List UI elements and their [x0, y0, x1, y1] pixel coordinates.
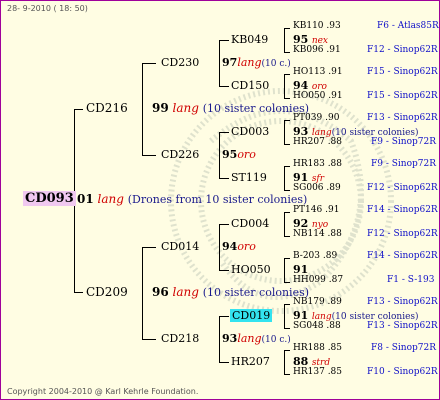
gen3-id[interactable]: CD004 — [231, 217, 269, 230]
gen2-info: 97lang(10 c.) — [222, 56, 291, 69]
gen3-id[interactable]: HO050 — [231, 263, 271, 276]
gen2-info: 93lang(10 c.) — [222, 332, 291, 345]
gen3-id[interactable]: CD150 — [231, 79, 269, 92]
gen1-info: 96 lang (10 sister colonies) — [152, 285, 310, 299]
gen4-location: F13 - Sinop62R — [367, 113, 438, 123]
root-race: lang — [97, 192, 124, 206]
pedigree-frame: { "header": {"timestamp": "28- 9-2010 ( … — [0, 0, 440, 400]
gen4-location: F9 - Sinop72R — [371, 137, 436, 147]
gen4-row[interactable]: NB114 .88 — [293, 229, 342, 239]
gen2-info: 95oro — [222, 148, 256, 161]
gen4-location: F14 - Sinop62R — [367, 205, 438, 215]
gen4-row[interactable]: HO113 .91 — [293, 67, 343, 77]
gen4-location: F8 - Sinop72R — [371, 343, 436, 353]
gen4-row[interactable]: HH099 .87 — [293, 275, 343, 285]
gen4-location: F9 - Sinop72R — [371, 159, 436, 169]
gen3-id[interactable]: ST119 — [231, 171, 267, 184]
timestamp: 28- 9-2010 ( 18: 50) — [7, 4, 88, 13]
gen4-row[interactable]: SG048 .88 — [293, 321, 341, 331]
root-queen-id[interactable]: CD093 — [23, 191, 76, 206]
gen4-row[interactable]: HR183 .88 — [293, 159, 342, 169]
gen2-id[interactable]: CD218 — [161, 332, 199, 345]
gen4-location: F15 - Sinop62R — [367, 91, 438, 101]
gen4-row[interactable]: HO050 .91 — [293, 91, 343, 101]
gen4-row[interactable]: HR188 .85 — [293, 343, 342, 353]
gen4-location: F10 - Sinop62R — [367, 367, 438, 377]
gen4-row[interactable]: B-203 .89 — [293, 251, 337, 261]
gen1-id[interactable]: CD209 — [86, 285, 128, 299]
gen4-row[interactable]: HR207 .88 — [293, 137, 342, 147]
gen2-id[interactable]: CD230 — [161, 56, 199, 69]
gen4-location: F15 - Sinop62R — [367, 67, 438, 77]
gen4-row[interactable]: KB096 .91 — [293, 45, 341, 55]
root-info: 01 lang (Drones from 10 sister colonies) — [77, 192, 307, 206]
gen1-id[interactable]: CD216 — [86, 101, 128, 115]
gen4-location: F13 - Sinop62R — [367, 297, 438, 307]
gen4-row[interactable]: PT146 .91 — [293, 205, 339, 215]
gen3-id[interactable]: HR207 — [231, 355, 270, 368]
gen4-row[interactable]: HR137 .85 — [293, 367, 342, 377]
gen4-row[interactable]: PT039 .90 — [293, 113, 339, 123]
gen4-location: F12 - Sinop62R — [367, 183, 438, 193]
gen3-id[interactable]: CD003 — [231, 125, 269, 138]
gen2-id[interactable]: CD014 — [161, 240, 199, 253]
copyright: Copyright 2004-2010 @ Karl Kehrle Founda… — [7, 387, 199, 396]
gen4-location: F1 - S-193 — [387, 275, 435, 285]
root-num: 01 — [77, 192, 94, 206]
gen4-row[interactable]: KB110 .93 — [293, 21, 341, 31]
gen3-id[interactable]: KB049 — [231, 33, 268, 46]
gen4-row[interactable]: NB179 .89 — [293, 297, 342, 307]
gen4-location: F12 - Sinop62R — [367, 229, 438, 239]
gen4-row[interactable]: SG006 .89 — [293, 183, 341, 193]
gen4-location: F6 - Atlas85R — [377, 21, 439, 31]
gen4-location: F13 - Sinop62R — [367, 321, 438, 331]
gen1-info: 99 lang (10 sister colonies) — [152, 101, 310, 115]
gen4-location: F12 - Sinop62R — [367, 45, 438, 55]
root-note: (Drones from 10 sister colonies) — [127, 193, 308, 206]
gen4-location: F14 - Sinop62R — [367, 251, 438, 261]
gen2-id[interactable]: CD226 — [161, 148, 199, 161]
gen3-id-highlighted[interactable]: CD019 — [230, 309, 273, 322]
gen2-info: 94oro — [222, 240, 256, 253]
